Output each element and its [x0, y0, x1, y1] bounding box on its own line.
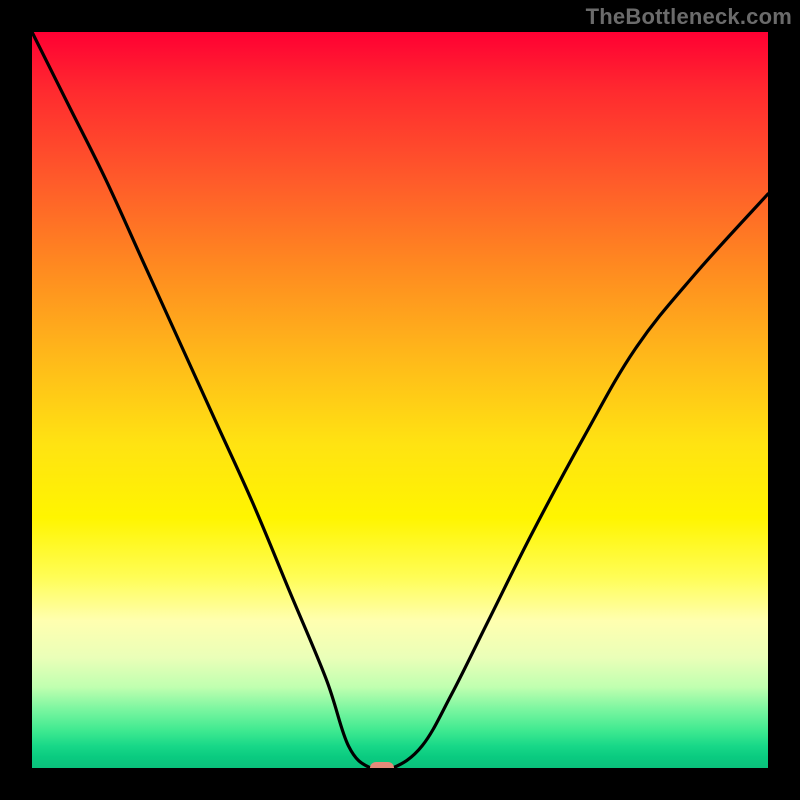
watermark-text: TheBottleneck.com	[586, 4, 792, 30]
optimal-point-marker	[370, 762, 394, 768]
chart-frame: TheBottleneck.com	[0, 0, 800, 800]
plot-area	[32, 32, 768, 768]
bottleneck-curve	[32, 32, 768, 768]
